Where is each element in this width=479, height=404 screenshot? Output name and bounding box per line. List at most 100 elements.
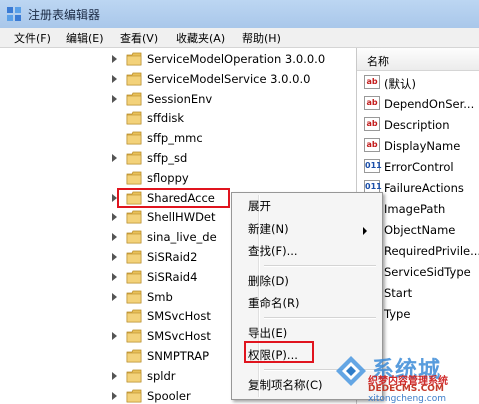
value-name: (默认) (384, 77, 416, 91)
tree-item-label: spldr (147, 368, 176, 383)
binary-value-icon: 011 (364, 159, 382, 173)
value-name: Type (384, 307, 411, 321)
expand-arrow-icon[interactable] (112, 213, 117, 222)
expand-arrow-icon[interactable] (112, 74, 117, 83)
tree-item-label: SMSvcHost (147, 309, 211, 324)
menu-help[interactable]: 帮助(H) (240, 30, 283, 46)
expand-arrow-icon[interactable] (112, 332, 117, 341)
menu-expand[interactable]: 展开 (248, 198, 271, 218)
value-name: DisplayName (384, 139, 461, 153)
tree-item-label: ServiceModelService 3.0.0.0 (147, 71, 311, 86)
value-row[interactable]: 011 ErrorControl (357, 156, 479, 177)
expand-arrow-icon[interactable] (112, 371, 117, 380)
folder-icon (126, 52, 142, 66)
submenu-arrow-icon (363, 227, 367, 235)
window-title: 注册表编辑器 (28, 8, 101, 22)
tree-row[interactable]: sffp_mmc (0, 128, 356, 148)
expand-arrow-icon[interactable] (112, 292, 117, 301)
tree-item-label: SiSRaid2 (147, 250, 198, 264)
value-row[interactable]: ab DisplayName (357, 135, 479, 156)
watermark-url-secondary: xitongcheng.com (368, 394, 446, 404)
folder-icon (126, 111, 142, 125)
value-name: Start (384, 286, 413, 300)
menu-find[interactable]: 查找(F)... (248, 243, 298, 263)
tree-item-label: SMSvcHost (147, 329, 211, 344)
selected-key-highlight (117, 188, 230, 208)
tree-item-label: sfloppy (147, 170, 189, 185)
tree-item-label: ServiceModelOperation 3.0.0.0 (147, 52, 326, 66)
menu-separator (264, 317, 376, 319)
folder-icon (126, 329, 142, 343)
menu-view[interactable]: 查看(V) (118, 30, 160, 46)
folder-icon (126, 369, 142, 383)
folder-icon (126, 210, 142, 224)
tree-row[interactable]: sfloppy (0, 168, 356, 188)
folder-icon (126, 92, 142, 105)
value-row[interactable]: ab (默认) (357, 72, 479, 93)
column-name-header: 名称 (367, 55, 389, 68)
folder-icon (126, 230, 142, 244)
folder-icon (126, 270, 142, 284)
tree-item-label: sffp_sd (147, 151, 188, 165)
value-row[interactable]: ab DependOnSer... (357, 93, 479, 114)
folder-icon (126, 151, 142, 165)
string-value-icon: ab (364, 117, 380, 131)
expand-arrow-icon[interactable] (112, 55, 117, 63)
permissions-highlight (244, 341, 314, 363)
tree-row[interactable]: SessionEnv (0, 89, 356, 109)
expand-arrow-icon[interactable] (112, 233, 117, 242)
watermark: 系统城 织梦内容管理系统 DEDECMS.COM xitongcheng.com (328, 348, 479, 404)
tree-row[interactable]: sffdisk (0, 108, 356, 128)
menu-delete[interactable]: 删除(D) (248, 273, 289, 293)
value-row[interactable]: ab Description (357, 114, 479, 135)
value-name: DependOnSer... (384, 97, 475, 111)
menu-file[interactable]: 文件(F) (12, 30, 53, 46)
expand-arrow-icon[interactable] (112, 253, 117, 261)
registry-editor-icon (7, 7, 21, 21)
watermark-logo-icon (336, 356, 366, 386)
expand-arrow-icon[interactable] (112, 391, 117, 400)
folder-icon (126, 72, 142, 86)
folder-icon (126, 131, 142, 145)
menu-rename[interactable]: 重命名(R) (248, 295, 299, 315)
folder-icon (126, 171, 142, 185)
menu-new[interactable]: 新建(N) (248, 221, 289, 241)
expand-arrow-icon[interactable] (112, 272, 117, 281)
tree-item-label: sffdisk (147, 111, 185, 126)
watermark-url: DEDECMS.COM (368, 384, 444, 394)
value-name: ImagePath (384, 202, 446, 216)
tree-item-label: Smb (147, 289, 173, 304)
tree-item-label: ShellHWDet (147, 210, 216, 225)
value-name: Description (384, 118, 450, 132)
string-value-icon: ab (364, 96, 380, 110)
value-name: ServiceSidType (384, 265, 471, 279)
value-name: FailureActions (384, 181, 464, 195)
tree-row[interactable]: ServiceModelService 3.0.0.0 (0, 69, 356, 89)
tree-row[interactable]: sffp_sd (0, 148, 356, 168)
menu-edit[interactable]: 编辑(E) (64, 30, 106, 46)
menu-favorites[interactable]: 收藏夹(A) (174, 30, 227, 46)
folder-icon (126, 290, 142, 303)
value-name: RequiredPrivile... (384, 244, 479, 258)
tree-item-label: SNMPTRAP (147, 349, 210, 363)
value-name: ErrorControl (384, 160, 454, 174)
folder-icon (126, 389, 142, 402)
folder-icon (126, 349, 142, 363)
tree-row[interactable]: ServiceModelOperation 3.0.0.0 (0, 49, 356, 69)
tree-item-label: sffp_mmc (147, 131, 203, 146)
string-value-icon: ab (364, 75, 380, 89)
folder-icon (126, 309, 142, 323)
tree-item-label: sina_live_de (147, 230, 217, 245)
value-name: ObjectName (384, 223, 456, 237)
menu-copy-key-name[interactable]: 复制项名称(C) (248, 377, 323, 397)
expand-arrow-icon[interactable] (112, 94, 117, 103)
folder-icon (126, 250, 142, 264)
menu-bar: 文件(F) 编辑(E) 查看(V) 收藏夹(A) 帮助(H) (0, 28, 479, 48)
tree-item-label: SiSRaid4 (147, 269, 198, 284)
expand-arrow-icon[interactable] (112, 154, 117, 162)
values-header[interactable]: 名称 (357, 48, 479, 71)
title-bar: 注册表编辑器 (0, 0, 479, 29)
tree-item-label: Spooler (147, 388, 191, 403)
tree-item-label: SessionEnv (147, 91, 213, 106)
menu-separator (264, 265, 376, 267)
